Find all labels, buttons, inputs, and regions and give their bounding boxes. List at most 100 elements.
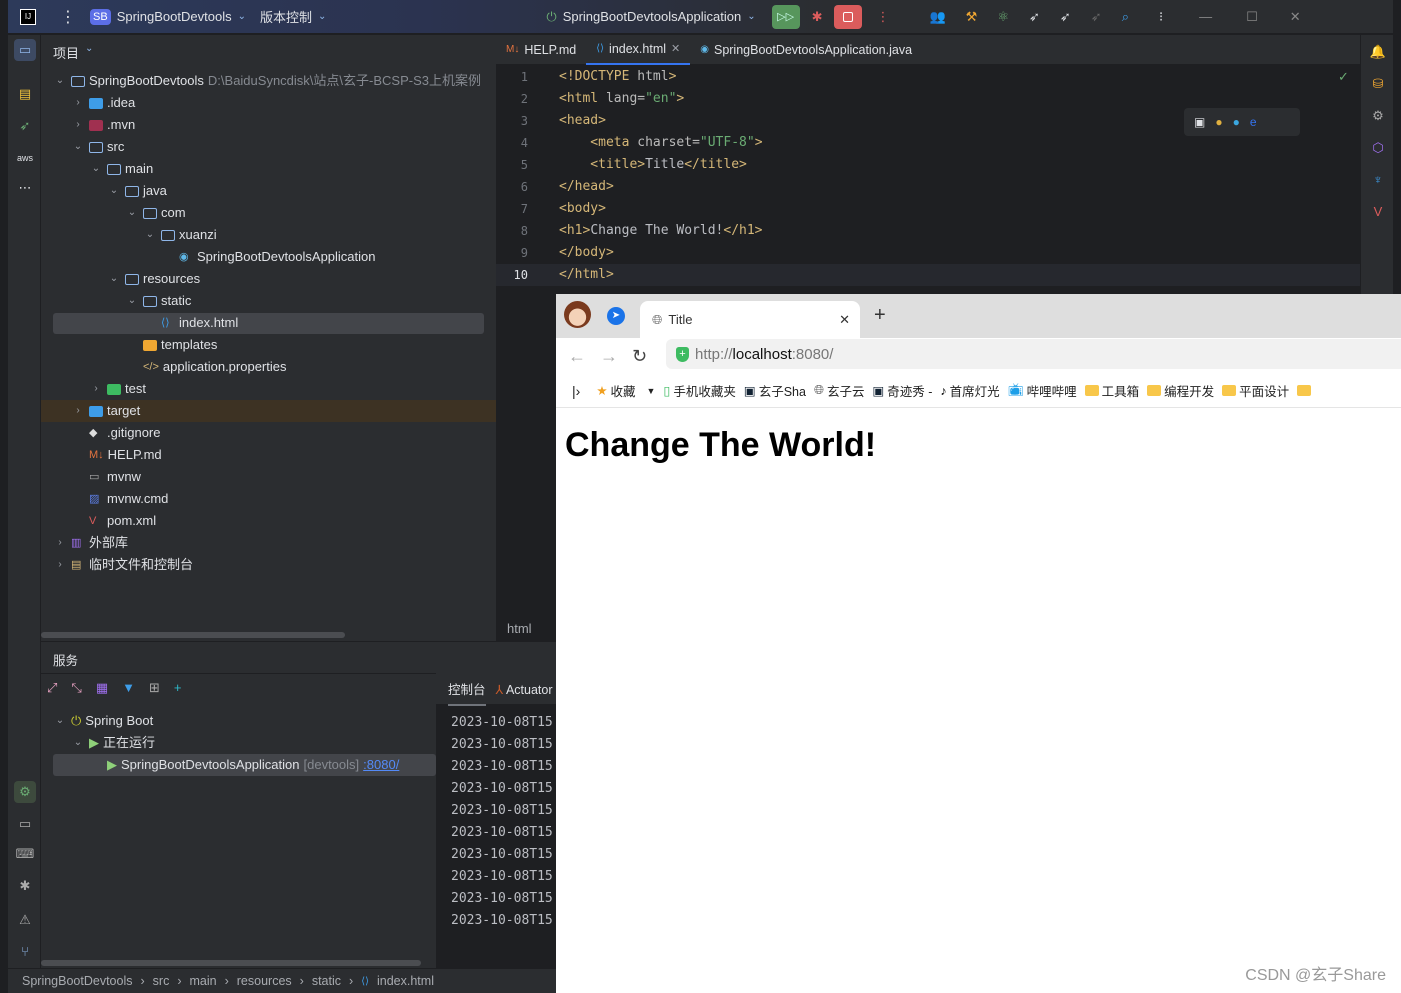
maximize-button[interactable]: ☐ [1246, 9, 1258, 25]
dropdown-icon[interactable]: ▼ [647, 386, 656, 396]
chevron-down-icon[interactable]: ⌄ [53, 710, 67, 732]
jellyfish-icon[interactable]: ♆ [1367, 169, 1389, 191]
close-tab-icon[interactable]: ✕ [671, 42, 680, 55]
deploy2-icon[interactable]: ➶ [1060, 9, 1071, 25]
run-config-selector[interactable]: ⏻ SpringBootDevtoolsApplication ⌄ [546, 9, 755, 25]
browser-tab-title[interactable]: 🌐︎ Title ✕ [640, 301, 860, 338]
bookmark-item[interactable]: 🌐︎ 玄子云 [814, 381, 865, 400]
search-icon[interactable]: ⌕ [1122, 9, 1129, 25]
add-icon[interactable]: + [174, 680, 182, 696]
tree-item[interactable]: › test [89, 378, 146, 400]
rerun-button[interactable]: ▷▷ [771, 4, 800, 29]
bookmark-item[interactable]: ♪ 首席灯光 [940, 381, 999, 400]
tree-item[interactable]: ▭ mvnw [71, 466, 141, 488]
breadcrumb-item[interactable]: static [312, 974, 341, 988]
service-item[interactable]: ⌄ ⏻ Spring Boot [53, 710, 153, 732]
tree-item[interactable]: ⌄ static [125, 290, 192, 312]
tree-item[interactable]: › .idea [71, 92, 135, 114]
filter-icon[interactable]: ▼ [122, 680, 135, 696]
jrebel-icon[interactable]: ➶ [14, 115, 36, 137]
chevron-right-icon[interactable]: › [53, 532, 67, 554]
breadcrumb-item[interactable]: resources [237, 974, 292, 988]
close-tab-icon[interactable]: ✕ [839, 312, 850, 328]
tree-item[interactable]: ⟨⟩ index.html [143, 312, 238, 334]
folder-icon[interactable] [1297, 385, 1312, 396]
vcs-menu[interactable]: 版本控制 ⌄ [260, 7, 326, 26]
collapse-all-icon[interactable]: ⤡ [71, 680, 81, 696]
services-tool-icon[interactable]: ⚙ [14, 781, 36, 803]
chevron-down-icon[interactable]: ⌄ [143, 224, 157, 246]
expand-all-icon[interactable]: ⤢ [47, 680, 57, 696]
tree-item[interactable]: ⌄ main [89, 158, 153, 180]
project-panel-header[interactable]: 项目 ⌄ [53, 43, 93, 62]
chevron-down-icon[interactable]: ⌄ [125, 290, 139, 312]
more-icon[interactable]: ⋮ [876, 9, 889, 25]
chevron-right-icon[interactable]: › [71, 400, 85, 422]
atom-icon[interactable]: ⚛ [997, 9, 1009, 25]
reload-icon[interactable]: ↻ [632, 346, 647, 367]
chevron-right-icon[interactable]: › [89, 378, 103, 400]
chevron-down-icon[interactable]: ⌄ [89, 158, 103, 180]
editor-breadcrumb[interactable]: html [496, 617, 556, 641]
url-input[interactable]: + http://localhost:8080/ [666, 339, 1401, 369]
tree-item[interactable]: ⌄ resources [107, 268, 200, 290]
chevron-down-icon[interactable]: ⌄ [71, 136, 85, 158]
bookmark-item[interactable]: ▣ 奇迹秀 - [872, 381, 932, 400]
edge-icon[interactable]: ● [1233, 115, 1240, 129]
chevron-down-icon[interactable]: ⌄ [53, 70, 67, 92]
port-link[interactable]: :8080/ [363, 754, 399, 776]
bookmark-item[interactable]: 📺︎ 哔哩哔哩 [1008, 381, 1077, 400]
tree-item[interactable]: ⌄ java [107, 180, 167, 202]
chevron-down-icon[interactable]: ⌄ [107, 180, 121, 202]
tree-item[interactable]: ▨ mvnw.cmd [71, 488, 168, 510]
terminal-icon[interactable]: ⌨ [14, 843, 36, 865]
avatar[interactable] [564, 301, 591, 328]
maven-tool-icon[interactable]: V [1367, 201, 1389, 223]
bookmark-item[interactable]: 工具箱 [1084, 381, 1139, 400]
notifications-icon[interactable]: 🔔 [1367, 41, 1389, 63]
deploy3-icon[interactable]: ➶ [1091, 9, 1102, 25]
tree-item[interactable]: ⌄ com [125, 202, 186, 224]
editor-tab[interactable]: M↓ HELP.md [496, 35, 586, 65]
navigation-icon[interactable]: ➤ [607, 307, 625, 325]
chrome-icon[interactable]: ● [1215, 115, 1222, 129]
bookmark-item[interactable]: ▣ 玄子Sha [744, 381, 806, 400]
group-icon[interactable]: ▦ [96, 680, 108, 696]
tree-item[interactable]: ◆ .gitignore [71, 422, 160, 444]
chevron-down-icon[interactable]: ⌄ [71, 732, 85, 754]
intellij-browser-icon[interactable]: ▣ [1194, 115, 1205, 129]
git-branch-icon[interactable]: ⑂ [14, 941, 36, 963]
chevron-right-icon[interactable]: › [53, 554, 67, 576]
ie-icon[interactable]: e [1250, 115, 1257, 129]
breadcrumb-item[interactable]: src [153, 974, 170, 988]
database-icon[interactable]: ▭ [14, 813, 36, 835]
structure-icon[interactable]: ▤ [14, 83, 36, 105]
tree-item[interactable]: Vpom.xml [71, 510, 156, 532]
chevron-right-icon[interactable]: › [71, 114, 85, 136]
stop-button[interactable] [834, 4, 863, 29]
breadcrumb-item[interactable]: main [190, 974, 217, 988]
close-button[interactable]: ✕ [1290, 9, 1301, 25]
new-tab-icon[interactable]: ⊞ [149, 680, 160, 696]
gradle-icon[interactable]: ⚙ [1367, 105, 1389, 127]
horizontal-scrollbar[interactable] [41, 632, 345, 638]
service-item[interactable]: ▶ SpringBootDevtoolsApplication [devtools]… [89, 754, 399, 776]
bookmark-item[interactable]: ★ 收藏 ▼ [596, 381, 655, 400]
main-menu-icon[interactable]: ⋮ [60, 7, 76, 27]
back-icon[interactable]: ← [568, 346, 586, 367]
horizontal-scrollbar[interactable] [41, 960, 421, 966]
breadcrumb-item[interactable]: index.html [377, 974, 434, 988]
aws-icon[interactable]: aws [14, 147, 36, 169]
tree-item[interactable]: ⌄ xuanzi [143, 224, 217, 246]
forward-icon[interactable]: → [600, 346, 618, 367]
breadcrumb-item[interactable]: SpringBootDevtools [22, 974, 132, 988]
new-tab-button[interactable]: + [874, 304, 886, 327]
chevron-right-icon[interactable]: › [71, 92, 85, 114]
deploy-icon[interactable]: ➶ [1029, 9, 1040, 25]
editor-tab[interactable]: ◉ SpringBootDevtoolsApplication.java [690, 35, 922, 65]
tree-item[interactable]: </> application.properties [125, 356, 286, 378]
bookmark-item[interactable]: ▯ 手机收藏夹 [663, 381, 735, 400]
tree-item[interactable]: ⌄ SpringBootDevtools D:\BaiduSyncdisk\站点\玄… [53, 70, 481, 92]
tree-item[interactable]: ⌄ src [71, 136, 125, 158]
tree-item[interactable]: ◉ SpringBootDevtoolsApplication [161, 246, 376, 268]
